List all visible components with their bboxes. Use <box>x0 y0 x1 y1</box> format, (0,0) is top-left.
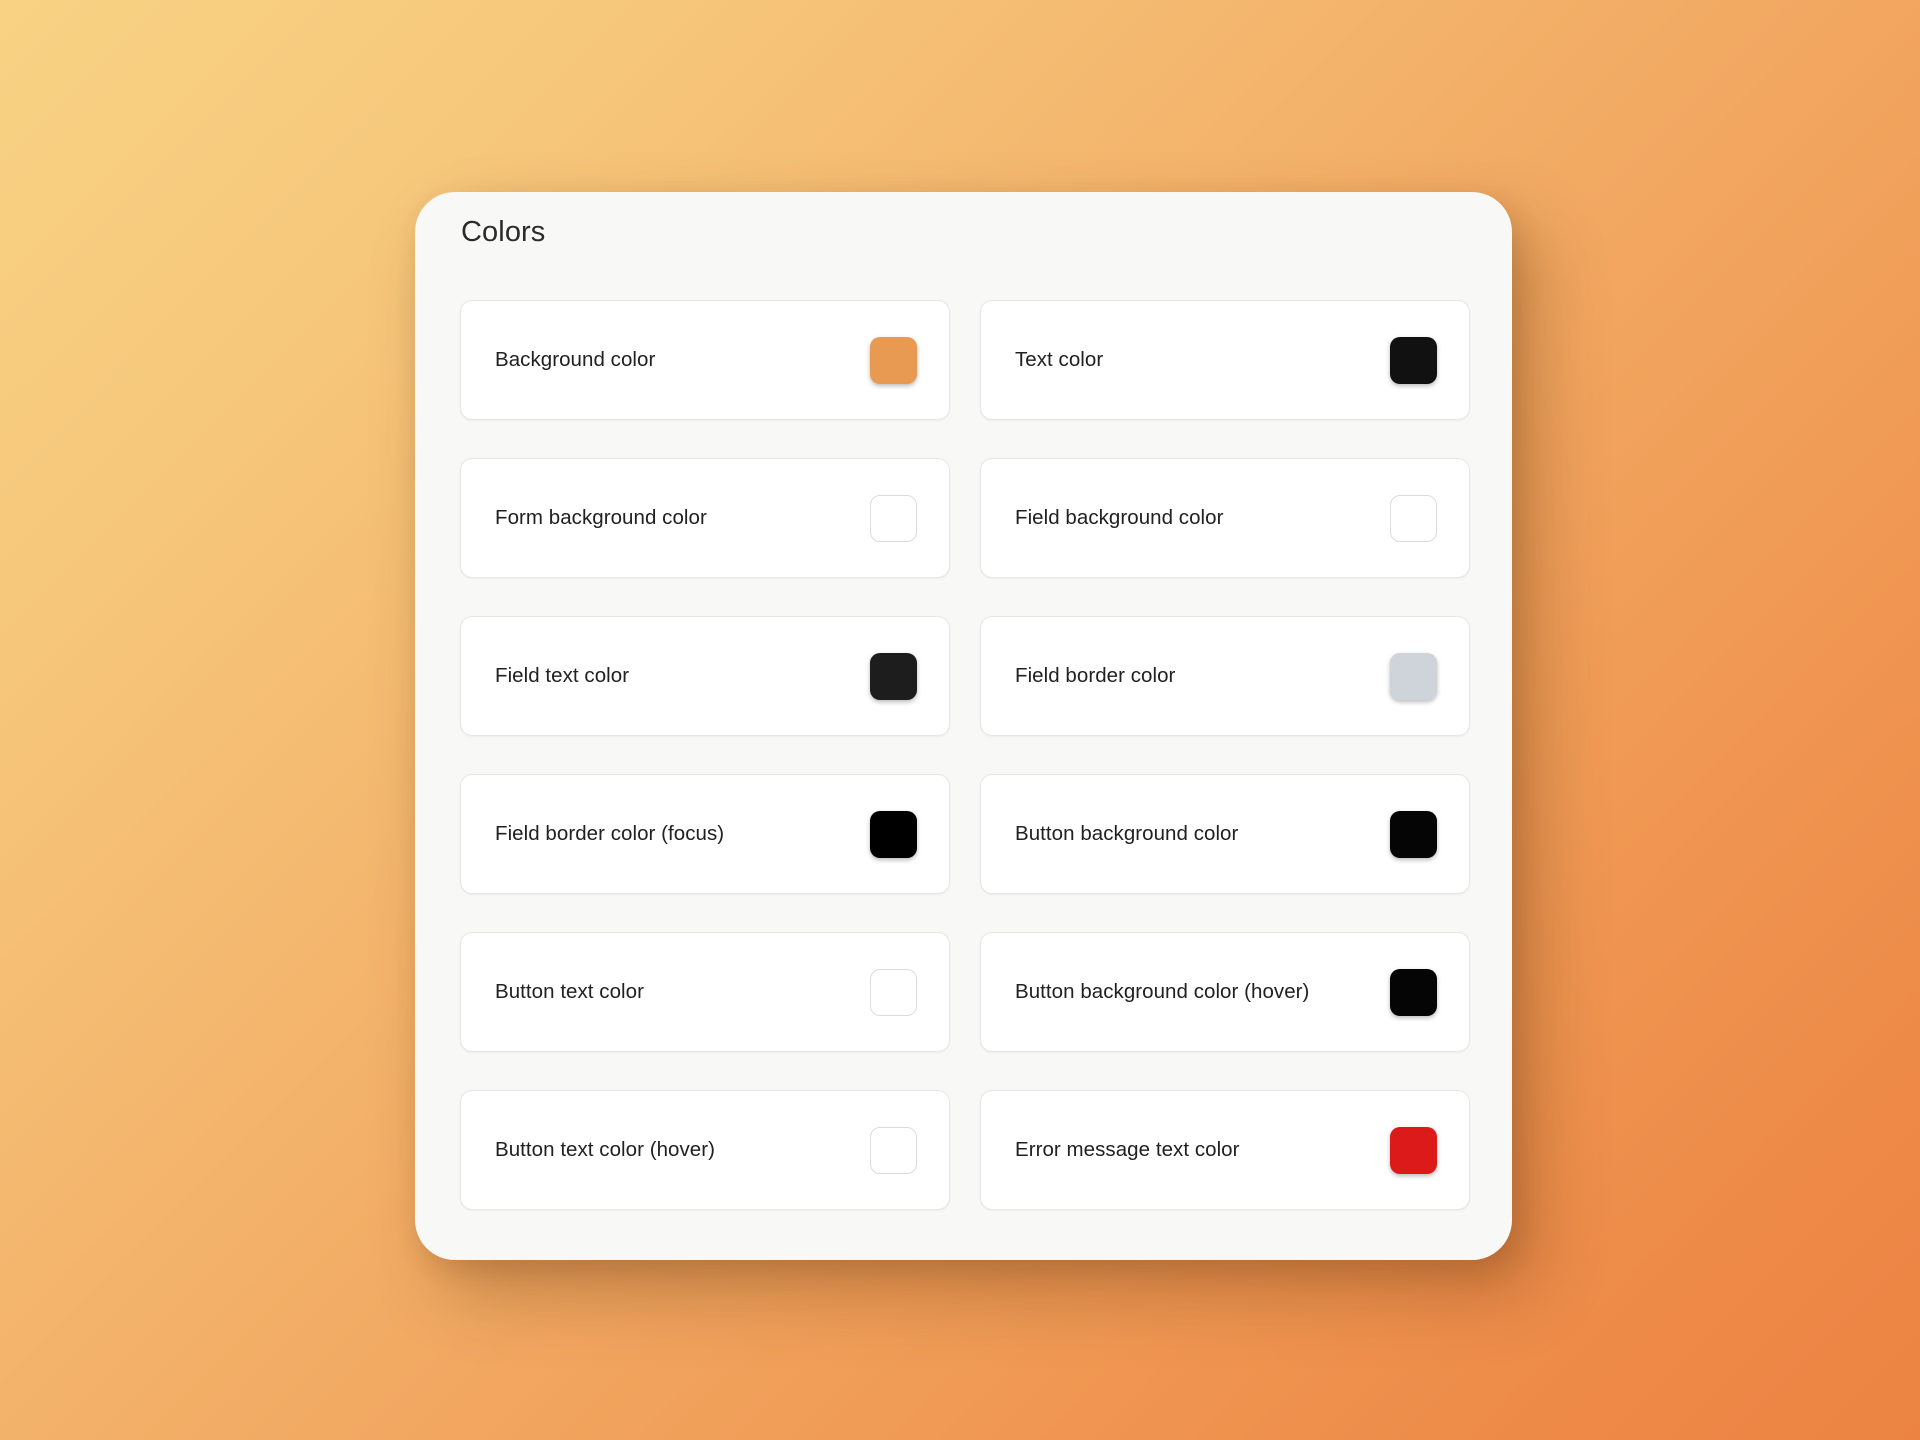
color-swatch-button-text-color[interactable] <box>870 968 917 1016</box>
color-swatch-button-background-color-hover[interactable] <box>1390 968 1437 1016</box>
color-row-button-background-color[interactable]: Button background color <box>980 774 1470 894</box>
color-row-label: Field border color (focus) <box>495 822 725 845</box>
color-swatch-background-color[interactable] <box>870 336 917 384</box>
color-swatch-field-background-color[interactable] <box>1390 494 1437 542</box>
color-row-label: Button text color <box>495 980 644 1003</box>
color-swatch-field-border-color-focus[interactable] <box>870 810 917 858</box>
color-row-label: Field background color <box>1015 506 1224 529</box>
color-row-label: Text color <box>1015 348 1104 371</box>
color-row-field-text-color[interactable]: Field text color <box>460 616 950 736</box>
color-row-field-border-color-focus[interactable]: Field border color (focus) <box>460 774 950 894</box>
color-swatch-field-text-color[interactable] <box>870 652 917 700</box>
color-row-button-background-color-hover[interactable]: Button background color (hover) <box>980 932 1470 1052</box>
color-row-field-background-color[interactable]: Field background color <box>980 458 1470 578</box>
color-swatch-error-message-text-color[interactable] <box>1390 1126 1437 1174</box>
color-row-button-text-color-hover[interactable]: Button text color (hover) <box>460 1090 950 1210</box>
color-row-form-background-color[interactable]: Form background color <box>460 458 950 578</box>
color-row-label: Button text color (hover) <box>495 1138 716 1161</box>
page-title: Colors <box>461 216 546 248</box>
color-row-label: Field border color <box>1015 664 1176 687</box>
color-swatch-field-border-color[interactable] <box>1390 652 1437 700</box>
color-row-field-border-color[interactable]: Field border color <box>980 616 1470 736</box>
color-row-label: Form background color <box>495 506 707 529</box>
color-row-label: Button background color <box>1015 822 1239 845</box>
color-settings-grid: Background color Text color Form backgroun… <box>460 300 1470 1210</box>
colors-settings-card: Colors Background color Text color Form ba… <box>415 192 1512 1260</box>
color-row-error-message-text-color[interactable]: Error message text color <box>980 1090 1470 1210</box>
color-row-text-color[interactable]: Text color <box>980 300 1470 420</box>
color-row-label: Button background color (hover) <box>1015 980 1310 1003</box>
color-swatch-text-color[interactable] <box>1390 336 1437 384</box>
color-swatch-button-text-color-hover[interactable] <box>870 1126 917 1174</box>
color-swatch-form-background-color[interactable] <box>870 494 917 542</box>
color-row-label: Background color <box>495 348 656 371</box>
color-swatch-button-background-color[interactable] <box>1390 810 1437 858</box>
color-row-label: Error message text color <box>1015 1138 1240 1161</box>
color-row-label: Field text color <box>495 664 630 687</box>
color-row-background-color[interactable]: Background color <box>460 300 950 420</box>
color-row-button-text-color[interactable]: Button text color <box>460 932 950 1052</box>
